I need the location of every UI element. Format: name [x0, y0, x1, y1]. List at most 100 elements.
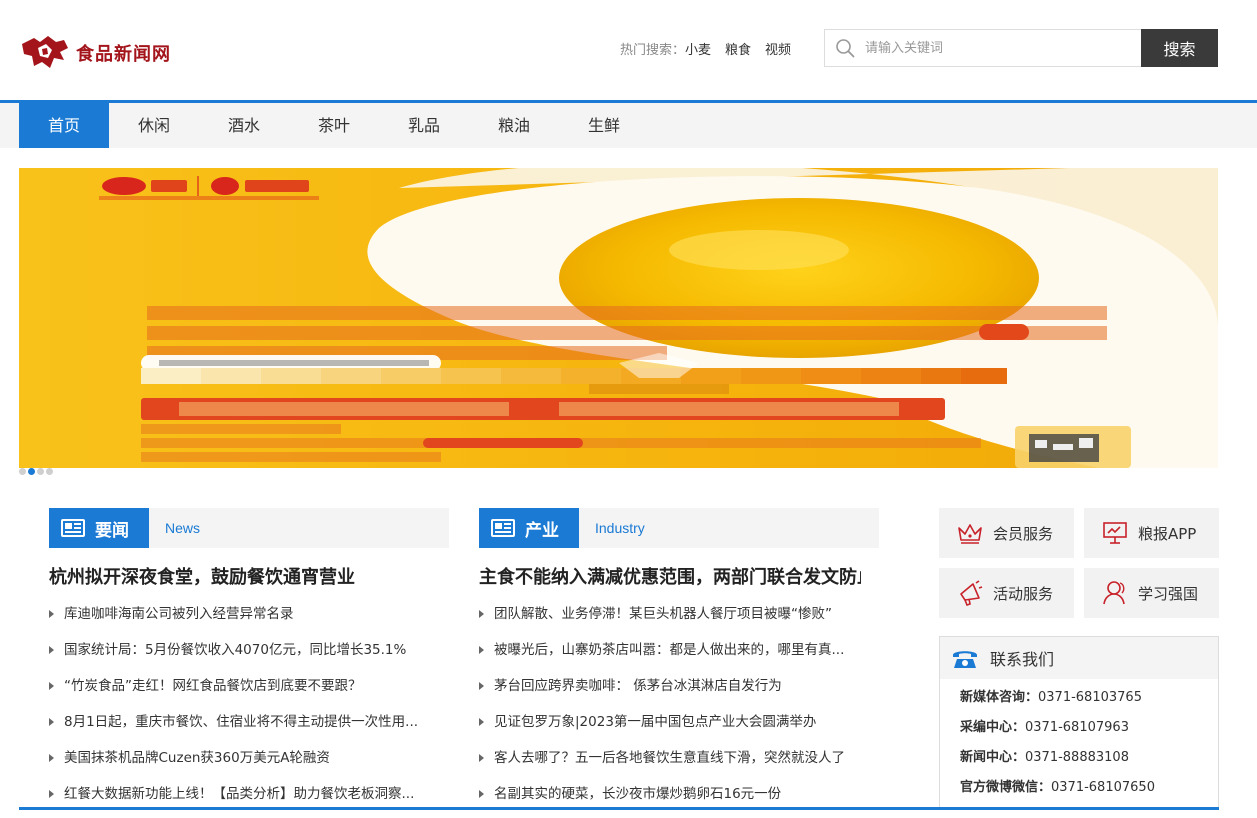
list-item-title: 客人去哪了？五一后各地餐饮生意直线下滑，突然就没人了 — [494, 750, 845, 766]
nav-item-drinks[interactable]: 酒水 — [199, 103, 289, 148]
contact-header: 联系我们 — [940, 637, 1218, 679]
news-tag-en: News — [165, 520, 201, 536]
event-service-button[interactable]: 活动服务 — [939, 568, 1074, 618]
presentation-icon — [1103, 522, 1127, 544]
bullet-triangle-icon — [479, 682, 484, 690]
contact-label: 新媒体咨询： — [960, 690, 1039, 705]
contact-row: 新闻中心：0371-88883108 — [940, 743, 1218, 773]
news-section-header: 要闻 News — [49, 508, 449, 548]
news-tag[interactable]: 要闻 — [49, 508, 149, 548]
hot-search-label: 热门搜索： — [620, 43, 686, 58]
industry-list: 团队解散、业务停滞！某巨头机器人餐厅项目被曝“惨败” 被曝光后，山寨奶茶店叫嚣：… — [479, 596, 879, 812]
search-input[interactable] — [865, 31, 1135, 65]
banner-dot[interactable] — [46, 468, 53, 475]
contact-label: 官方微博微信： — [960, 780, 1052, 795]
list-item-title: 见证包罗万象|2023第一届中国包点产业大会圆满举办 — [494, 714, 817, 730]
industry-tag-en: Industry — [595, 520, 645, 536]
industry-headline[interactable]: 主食不能纳入满减优惠范围，两部门联合发文防止 — [479, 566, 861, 590]
bullet-triangle-icon — [49, 790, 54, 798]
list-item-title: 8月1日起，重庆市餐饮、住宿业将不得主动提供一次性用... — [64, 714, 419, 730]
bullet-triangle-icon — [479, 610, 484, 618]
list-item[interactable]: “竹炭食品”走红！网红食品餐饮店到底要不要跟？ — [49, 668, 431, 704]
study-service-button[interactable]: 学习强国 — [1084, 568, 1219, 618]
list-item-title: 团队解散、业务停滞！某巨头机器人餐厅项目被曝“惨败” — [494, 606, 832, 622]
service-label: 活动服务 — [993, 584, 1054, 603]
list-item[interactable]: 茅台回应跨界卖咖啡： 係茅台冰淇淋店自发行为 — [479, 668, 861, 704]
bullet-triangle-icon — [479, 646, 484, 654]
hot-search-item[interactable]: 小麦 — [685, 39, 711, 58]
contact-value: 0371-88883108 — [1025, 750, 1129, 765]
user-icon — [1103, 581, 1125, 605]
industry-section: 产业 Industry 主食不能纳入满减优惠范围，两部门联合发文防止 团队解散、… — [479, 508, 879, 812]
newspaper-icon — [491, 519, 515, 537]
news-list: 库迪咖啡海南公司被列入经营异常名录 国家统计局：5月份餐饮收入4070亿元，同比… — [49, 596, 449, 812]
industry-tag-label: 产业 — [525, 520, 559, 541]
logo-mark-icon — [20, 34, 70, 72]
banner-image — [19, 168, 1218, 468]
industry-tag[interactable]: 产业 — [479, 508, 579, 548]
bullet-triangle-icon — [479, 754, 484, 762]
list-item[interactable]: 美国抹茶机品牌Cuzen获360万美元A轮融资 — [49, 740, 431, 776]
site-logo[interactable]: 食品新闻网 — [20, 34, 171, 72]
list-item-title: 被曝光后，山寨奶茶店叫嚣：都是人做出来的，哪里有真... — [494, 642, 845, 658]
hot-search-item[interactable]: 粮食 — [725, 39, 751, 58]
list-item-title: 库迪咖啡海南公司被列入经营异常名录 — [64, 606, 294, 622]
news-headline[interactable]: 杭州拟开深夜食堂，鼓励餐饮通宵营业 — [49, 566, 431, 590]
bullet-triangle-icon — [49, 646, 54, 654]
list-item-title: 美国抹茶机品牌Cuzen获360万美元A轮融资 — [64, 750, 330, 766]
app-service-button[interactable]: 粮报APP — [1084, 508, 1219, 558]
contact-box: 联系我们 新媒体咨询：0371-68103765 采编中心：0371-68107… — [939, 636, 1219, 808]
nav-item-fresh[interactable]: 生鲜 — [559, 103, 649, 148]
banner-slide[interactable] — [19, 168, 1218, 468]
search-box — [824, 29, 1142, 67]
contact-value: 0371-68107963 — [1025, 720, 1129, 735]
list-item[interactable]: 团队解散、业务停滞！某巨头机器人餐厅项目被曝“惨败” — [479, 596, 861, 632]
banner-dot-active[interactable] — [28, 468, 35, 475]
search-icon — [836, 39, 855, 58]
service-label: 会员服务 — [993, 524, 1054, 543]
contact-label: 采编中心： — [960, 720, 1026, 735]
member-service-button[interactable]: 会员服务 — [939, 508, 1074, 558]
bullet-triangle-icon — [49, 718, 54, 726]
list-item[interactable]: 客人去哪了？五一后各地餐饮生意直线下滑，突然就没人了 — [479, 740, 861, 776]
list-item[interactable]: 8月1日起，重庆市餐饮、住宿业将不得主动提供一次性用... — [49, 704, 431, 740]
bullet-triangle-icon — [49, 682, 54, 690]
contact-row: 官方微博微信：0371-68107650 — [940, 773, 1218, 803]
hot-search-item[interactable]: 视频 — [765, 39, 791, 58]
banner-dot[interactable] — [37, 468, 44, 475]
hot-search: 热门搜索： 小麦 粮食 视频 — [620, 39, 805, 58]
site-header: 食品新闻网 热门搜索： 小麦 粮食 视频 搜索 — [0, 0, 1257, 100]
contact-value: 0371-68107650 — [1051, 780, 1155, 795]
search-button[interactable]: 搜索 — [1141, 29, 1218, 67]
megaphone-icon — [960, 580, 983, 606]
main-nav: 首页 休闲 酒水 茶叶 乳品 粮油 生鲜 — [0, 103, 1257, 148]
nav-item-home[interactable]: 首页 — [19, 103, 109, 148]
section-divider — [19, 807, 1219, 810]
list-item[interactable]: 见证包罗万象|2023第一届中国包点产业大会圆满举办 — [479, 704, 861, 740]
list-item[interactable]: 国家统计局：5月份餐饮收入4070亿元，同比增长35.1% — [49, 632, 431, 668]
contact-value: 0371-68103765 — [1038, 690, 1142, 705]
nav-item-grain-oil[interactable]: 粮油 — [469, 103, 559, 148]
bullet-triangle-icon — [49, 610, 54, 618]
crown-icon — [958, 524, 982, 544]
telephone-icon — [953, 651, 977, 668]
contact-label: 新闻中心： — [960, 750, 1026, 765]
banner-dot[interactable] — [19, 468, 26, 475]
logo-text: 食品新闻网 — [76, 44, 171, 65]
news-tag-label: 要闻 — [95, 520, 129, 541]
nav-item-dairy[interactable]: 乳品 — [379, 103, 469, 148]
service-label: 粮报APP — [1138, 524, 1197, 543]
nav-item-snacks[interactable]: 休闲 — [109, 103, 199, 148]
service-label: 学习强国 — [1138, 584, 1199, 603]
list-item[interactable]: 被曝光后，山寨奶茶店叫嚣：都是人做出来的，哪里有真... — [479, 632, 861, 668]
contact-row: 新媒体咨询：0371-68103765 — [940, 683, 1218, 713]
list-item-title: 名副其实的硬菜，长沙夜市爆炒鹅卵石16元一份 — [494, 786, 782, 802]
nav-item-tea[interactable]: 茶叶 — [289, 103, 379, 148]
list-item[interactable]: 库迪咖啡海南公司被列入经营异常名录 — [49, 596, 431, 632]
news-section: 要闻 News 杭州拟开深夜食堂，鼓励餐饮通宵营业 库迪咖啡海南公司被列入经营异… — [49, 508, 449, 812]
bullet-triangle-icon — [479, 718, 484, 726]
contact-title: 联系我们 — [990, 650, 1055, 669]
bullet-triangle-icon — [479, 790, 484, 798]
list-item-title: 红餐大数据新功能上线！【品类分析】助力餐饮老板洞察... — [64, 786, 415, 802]
bullet-triangle-icon — [49, 754, 54, 762]
